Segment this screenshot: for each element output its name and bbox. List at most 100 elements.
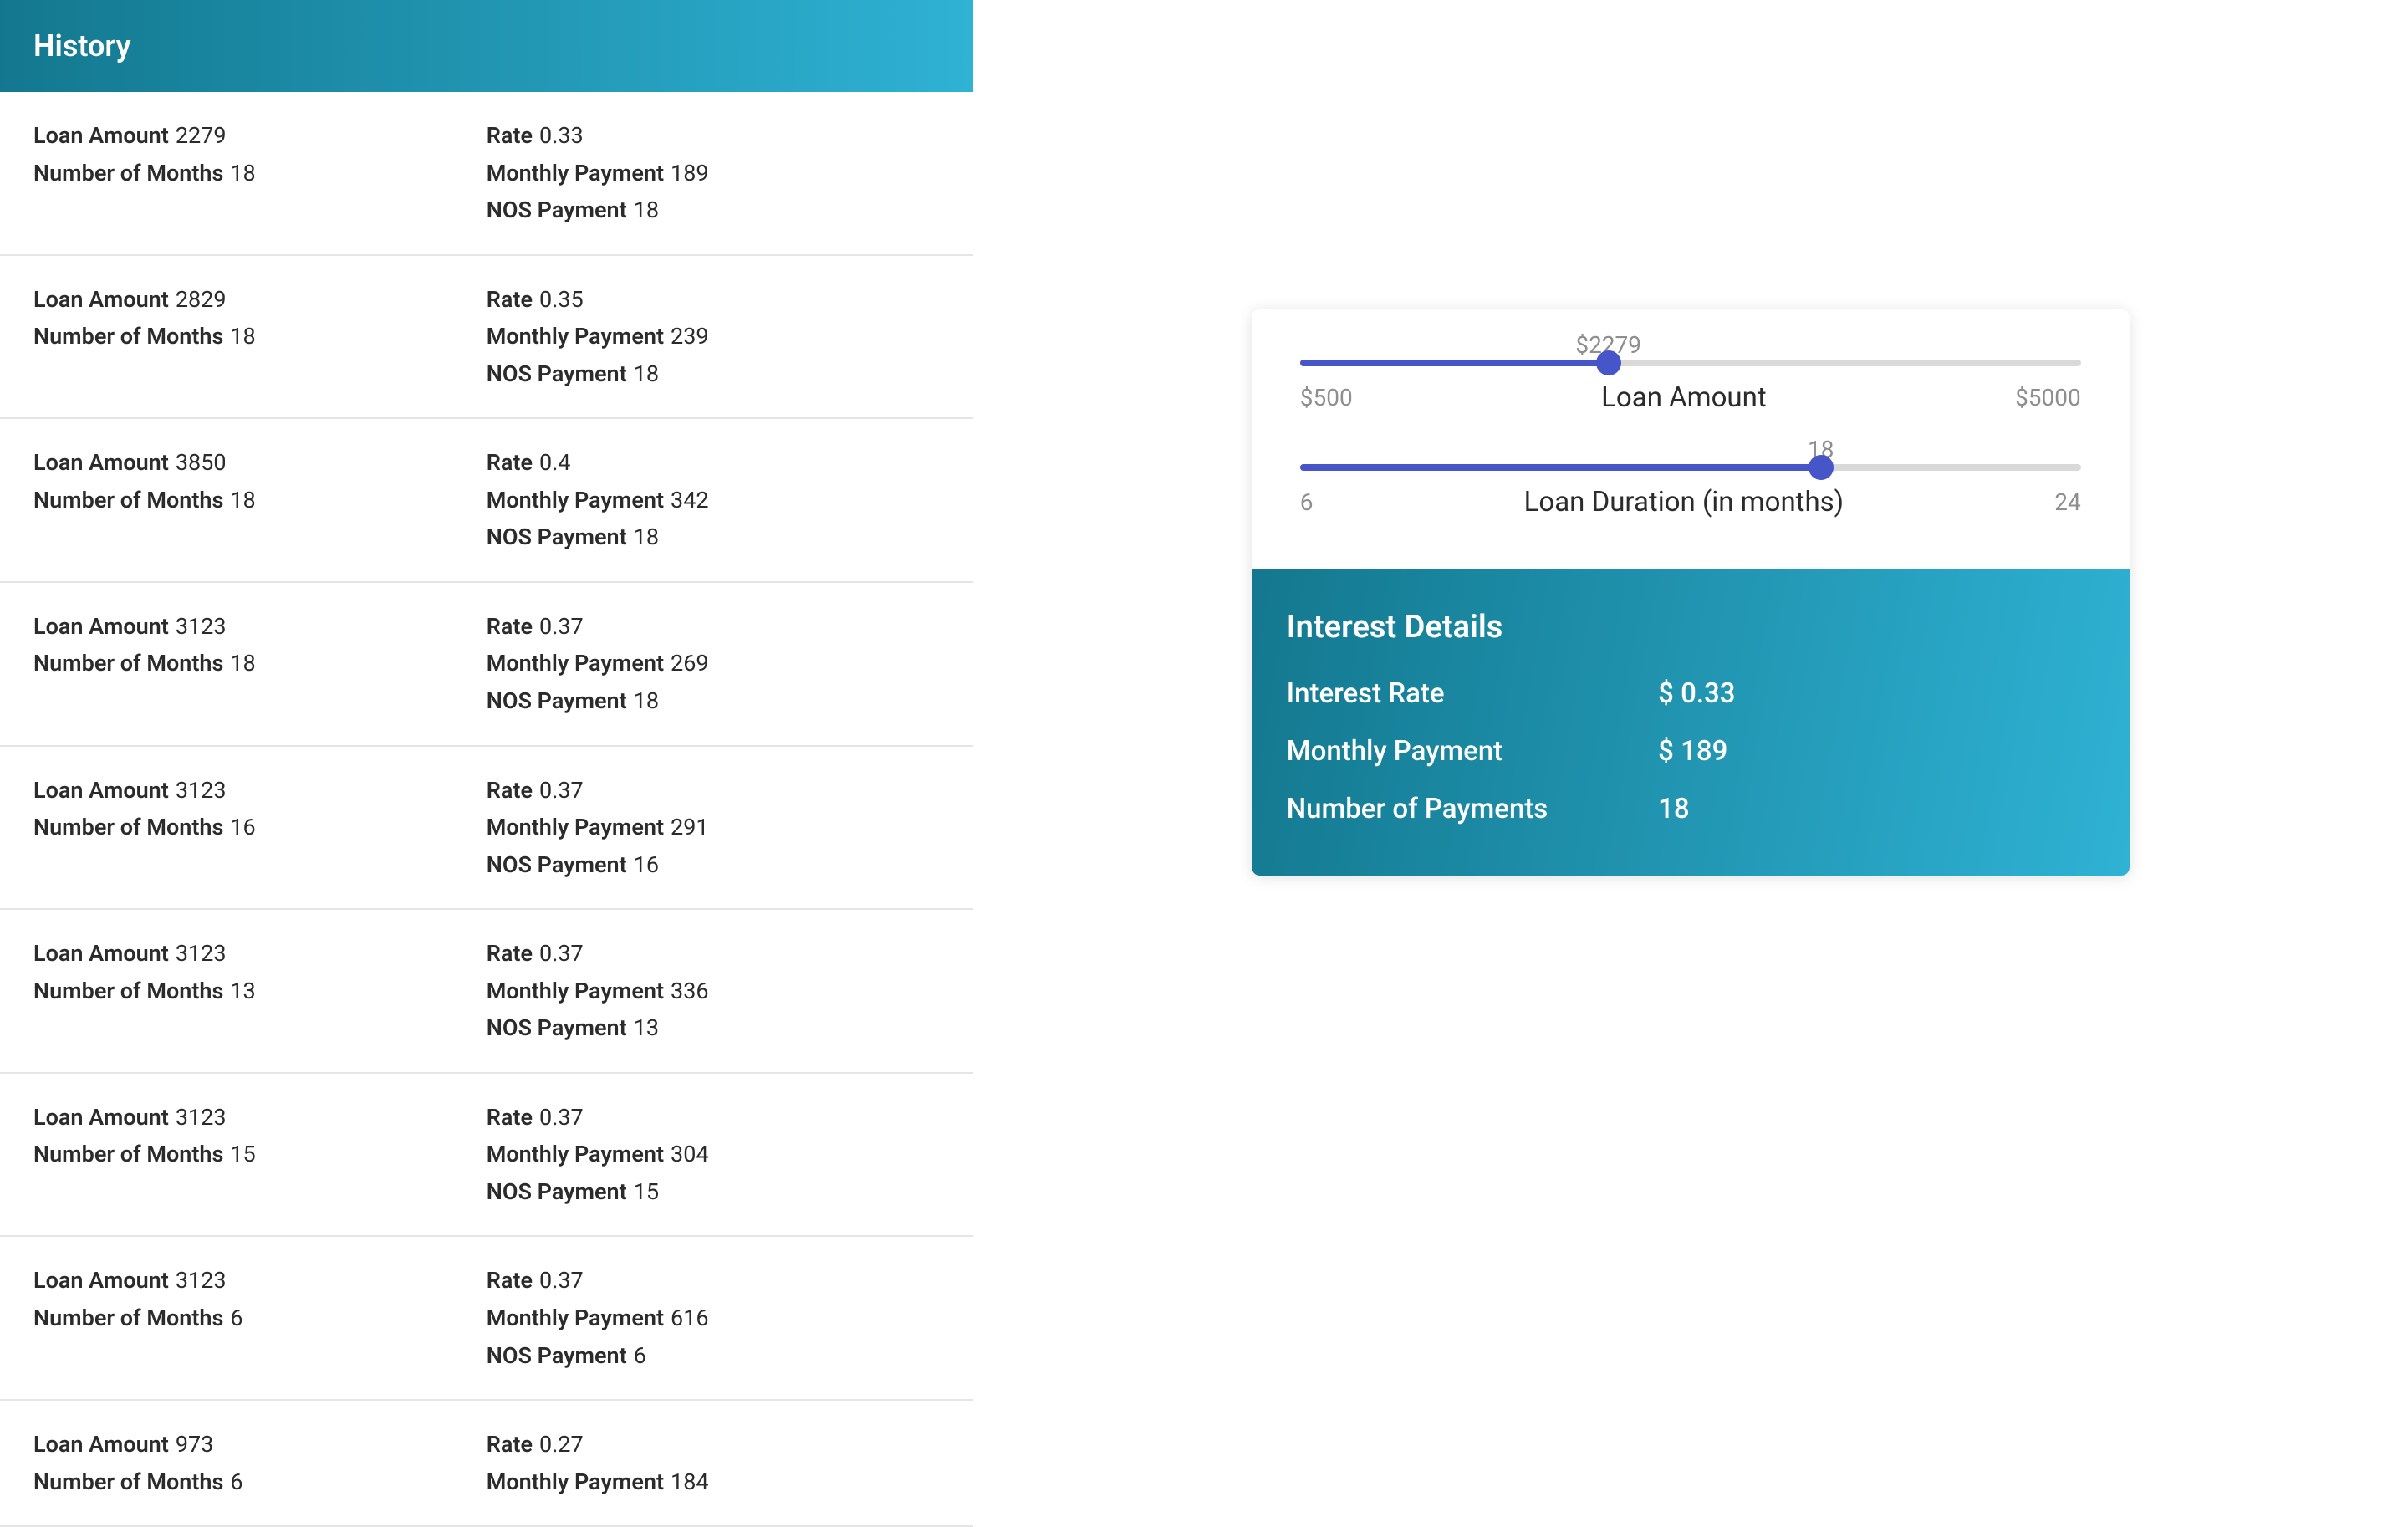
history-item[interactable]: Loan Amount3123 Number of Months13 Rate0…: [0, 910, 973, 1074]
loan-amount-slider-labels: $500 Loan Amount $5000: [1300, 381, 2081, 414]
loan-amount-value: 3123: [176, 1267, 227, 1294]
monthly-payment-hist-value: 304: [671, 1141, 709, 1167]
rate-value: 0.37: [539, 613, 584, 640]
monthly-payment-hist-value: 269: [671, 650, 709, 677]
interest-rate-row: Interest Rate $ 0.33: [1287, 677, 2094, 710]
rate-value: 0.37: [539, 940, 584, 967]
monthly-payment-hist-value: 616: [671, 1305, 709, 1331]
num-months-value: 6: [230, 1305, 242, 1331]
history-title: History: [0, 0, 973, 92]
monthly-payment-hist-value: 184: [671, 1468, 709, 1495]
rate-value: 0.37: [539, 1267, 584, 1294]
history-right-col: Rate0.27 Monthly Payment 184: [487, 1426, 940, 1500]
loan-amount-label: Loan Amount: [33, 449, 169, 476]
num-months-label: Number of Months: [33, 1468, 223, 1495]
history-right-col: Rate0.4 Monthly Payment342 NOS Payment18: [487, 444, 940, 556]
rate-label: Rate: [487, 1104, 533, 1131]
loan-amount-slider-thumb[interactable]: [1596, 350, 1621, 375]
loan-duration-slider[interactable]: [1300, 464, 2081, 471]
num-months-value: 6: [230, 1468, 242, 1495]
history-item[interactable]: Loan Amount3123 Number of Months15 Rate0…: [0, 1074, 973, 1238]
history-item[interactable]: Loan Amount 3123 Number of Months 18 Rate0…: [0, 583, 973, 747]
history-item[interactable]: Loan Amount 973 Number of Months 6 Rate0.2…: [0, 1401, 973, 1527]
monthly-payment-value: $ 189: [1658, 735, 1727, 768]
history-item[interactable]: Loan Amount2279 Number of Months18 Rate0…: [0, 92, 973, 256]
rate-value: 0.4: [539, 449, 570, 476]
nos-payment-value: 15: [634, 1178, 659, 1205]
num-months-value: 15: [230, 1141, 255, 1167]
sliders-section: $2279 $500 Loan Amount $5000 18: [1252, 309, 2130, 569]
calculator-card: $2279 $500 Loan Amount $5000 18: [1252, 309, 2130, 876]
history-item[interactable]: Loan Amount3123 Number of Months16 Rate0…: [0, 747, 973, 911]
monthly-payment-hist-value: 291: [671, 814, 709, 840]
history-right-col: Rate0.37 Monthly Payment304 NOS Payment1…: [487, 1099, 940, 1211]
rate-value: 0.35: [539, 286, 584, 313]
nos-payment-value: 18: [634, 197, 659, 223]
history-sidebar: History Loan Amount 2279 Number of Months…: [0, 0, 973, 1527]
num-months-value: 18: [230, 650, 255, 677]
nos-payment-value: 6: [634, 1342, 646, 1369]
nos-payment-value: 16: [634, 851, 659, 878]
loan-amount-value: 2279: [176, 122, 227, 149]
loan-duration-title: Loan Duration (in months): [1524, 486, 1844, 518]
interest-rate-value: $ 0.33: [1658, 677, 1735, 710]
loan-amount-label: Loan Amount: [33, 613, 169, 640]
loan-amount-slider-block: $2279 $500 Loan Amount $5000: [1300, 360, 2081, 414]
loan-duration-max-label: 24: [2054, 488, 2080, 516]
interest-details-title: Interest Details: [1287, 609, 2094, 646]
loan-amount-value: 3123: [176, 940, 227, 967]
rate-label: Rate: [487, 122, 533, 149]
rate-value: 0.27: [539, 1431, 584, 1458]
num-months-value: 18: [230, 160, 255, 186]
loan-duration-slider-thumb[interactable]: [1809, 455, 1834, 480]
nos-payment-label: NOS Payment: [487, 523, 627, 550]
num-months-value: 18: [230, 323, 255, 350]
rate-label: Rate: [487, 449, 533, 476]
loan-amount-slider-fill: [1300, 360, 1609, 366]
num-months-label: Number of Months: [33, 1305, 223, 1331]
history-left-col: Loan Amount3123 Number of Months13: [33, 935, 487, 1047]
monthly-payment-hist-label: Monthly Payment: [487, 1468, 664, 1495]
num-payments-row: Number of Payments 18: [1287, 793, 2094, 825]
rate-label: Rate: [487, 1431, 533, 1458]
loan-amount-value: 3850: [176, 449, 227, 476]
history-right-col: Rate0.37 Monthly Payment616 NOS Payment6: [487, 1262, 940, 1374]
monthly-payment-hist-label: Monthly Payment: [487, 323, 664, 350]
loan-duration-slider-block: 18 6 Loan Duration (in months) 24: [1300, 464, 2081, 518]
num-months-label: Number of Months: [33, 650, 223, 677]
loan-amount-max-label: $5000: [2015, 384, 2081, 411]
history-item[interactable]: Loan Amount3850 Number of Months18 Rate0…: [0, 419, 973, 583]
history-list: Loan Amount2279 Number of Months18 Rate0…: [0, 92, 973, 1527]
loan-amount-label: Loan Amount: [33, 122, 169, 149]
rate-value: 0.37: [539, 1104, 584, 1131]
history-left-col: Loan Amount3123 Number of Months16: [33, 772, 487, 884]
loan-amount-value: 3123: [176, 613, 227, 640]
monthly-payment-hist-label: Monthly Payment: [487, 650, 664, 677]
monthly-payment-hist-value: 239: [671, 323, 709, 350]
loan-amount-label: Loan Amount: [33, 1267, 169, 1294]
loan-duration-min-label: 6: [1300, 488, 1314, 516]
monthly-payment-hist-label: Monthly Payment: [487, 1305, 664, 1331]
loan-amount-slider[interactable]: [1300, 360, 2081, 366]
monthly-payment-label: Monthly Payment: [1287, 735, 1658, 768]
loan-amount-value: 973: [176, 1431, 214, 1458]
loan-amount-label: Loan Amount: [33, 940, 169, 967]
history-left-col: Loan Amount3850 Number of Months18: [33, 444, 487, 556]
rate-label: Rate: [487, 613, 533, 640]
loan-amount-label: Loan Amount: [33, 1431, 169, 1458]
nos-payment-label: NOS Payment: [487, 1342, 627, 1369]
history-item[interactable]: Loan Amount3123 Number of Months6 Rate0.…: [0, 1237, 973, 1401]
nos-payment-label: NOS Payment: [487, 1178, 627, 1205]
nos-payment-value: 18: [634, 687, 659, 714]
history-left-col: Loan Amount3123 Number of Months15: [33, 1099, 487, 1211]
history-left-col: Loan Amount 2279 Number of Months 18: [33, 117, 487, 229]
num-months-label: Number of Months: [33, 160, 223, 186]
rate-label: Rate: [487, 940, 533, 967]
rate-value: 0.37: [539, 777, 584, 804]
loan-amount-label: Loan Amount: [33, 286, 169, 313]
monthly-payment-hist-label: Monthly Payment: [487, 487, 664, 513]
num-months-label: Number of Months: [33, 487, 223, 513]
history-item[interactable]: Loan Amount2829 Number of Months18 Rate0…: [0, 256, 973, 420]
nos-payment-label: NOS Payment: [487, 851, 627, 878]
history-right-col: Rate0.35 Monthly Payment239 NOS Payment1…: [487, 281, 940, 393]
